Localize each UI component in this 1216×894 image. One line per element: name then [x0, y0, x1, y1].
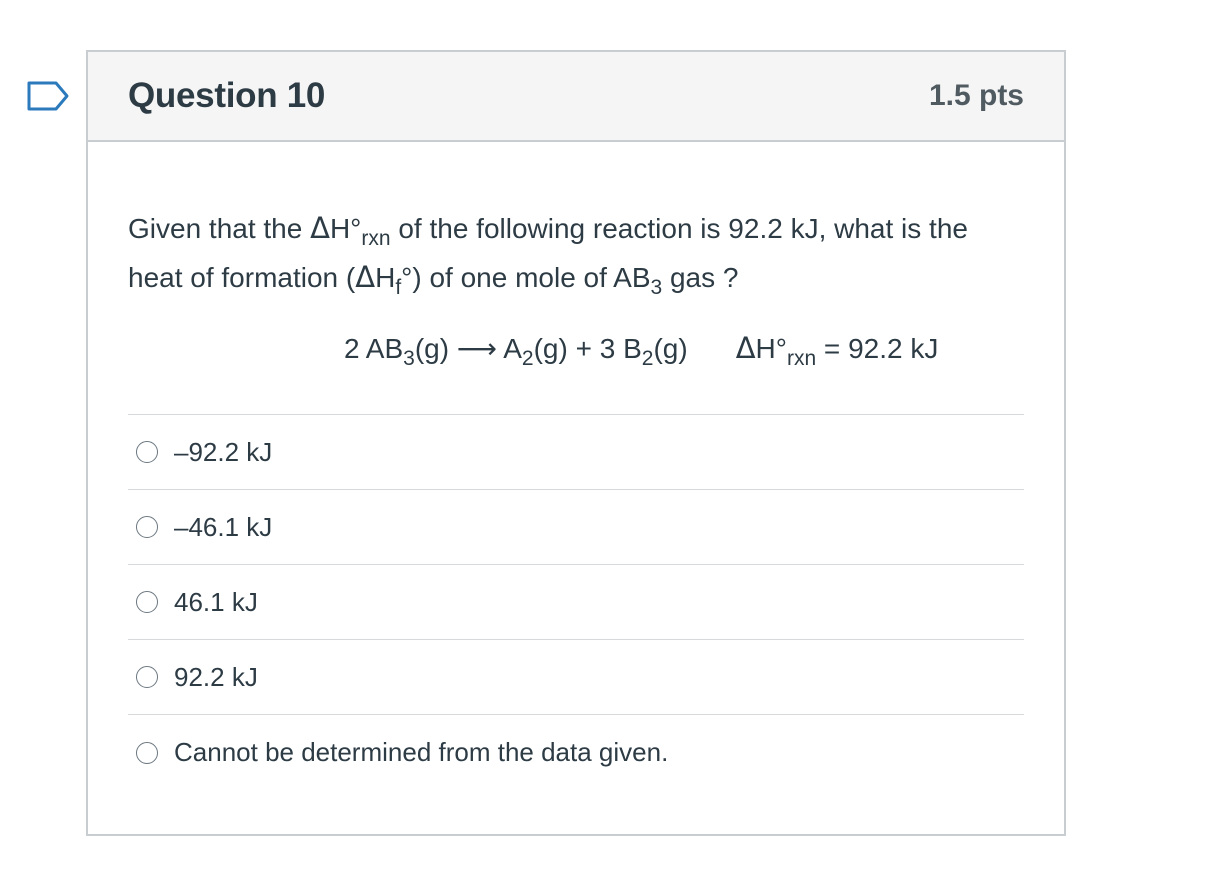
answer-option[interactable]: –92.2 kJ: [128, 415, 1024, 490]
enthalpy-symbol: H: [375, 262, 396, 293]
enthalpy-value: = 92.2 kJ: [816, 333, 939, 364]
equation-subscript: 2: [641, 347, 654, 370]
answer-label: 92.2 kJ: [174, 661, 258, 692]
radio-unchecked-icon[interactable]: [136, 591, 158, 613]
question-header: Question 10 1.5 pts: [88, 52, 1064, 142]
three-subscript: 3: [650, 276, 663, 299]
question-card: Question 10 1.5 pts Given that the ΔH°rx…: [86, 50, 1066, 836]
enthalpy-symbol: H°: [329, 213, 362, 244]
answer-option[interactable]: –46.1 kJ: [128, 490, 1024, 565]
enthalpy-symbol: H°: [755, 333, 787, 364]
equation-part: A: [497, 333, 522, 364]
answer-option[interactable]: 46.1 kJ: [128, 565, 1024, 640]
equation-part: 2 AB: [344, 333, 404, 364]
answer-option[interactable]: 92.2 kJ: [128, 640, 1024, 715]
answer-label: Cannot be determined from the data given…: [174, 737, 669, 767]
radio-unchecked-icon[interactable]: [136, 666, 158, 688]
equation-part: (g) + 3 B: [533, 333, 642, 364]
equation-part: (g): [414, 333, 457, 364]
question-text-part: gas ?: [662, 262, 739, 293]
radio-unchecked-icon[interactable]: [136, 741, 158, 764]
rxn-subscript: rxn: [786, 347, 817, 370]
answer-label: 46.1 kJ: [174, 586, 258, 617]
delta-symbol: Δ: [355, 260, 376, 294]
equation-part: (g): [653, 333, 688, 364]
rxn-subscript: rxn: [361, 227, 391, 250]
quiz-page: Question 10 1.5 pts Given that the ΔH°rx…: [0, 0, 1216, 894]
answer-list: –92.2 kJ –46.1 kJ 46.1 kJ 92.2 kJ Cannot…: [128, 414, 1024, 790]
answer-option[interactable]: Cannot be determined from the data given…: [128, 715, 1024, 790]
flag-question-icon[interactable]: [26, 80, 70, 112]
answer-label: –92.2 kJ: [174, 436, 273, 467]
degree-symbol: °: [401, 262, 413, 293]
radio-unchecked-icon[interactable]: [136, 441, 158, 463]
question-text-part: ) of one mole of AB: [412, 262, 651, 293]
reaction-arrow-icon: ⟶: [456, 333, 497, 364]
radio-unchecked-icon[interactable]: [136, 516, 158, 538]
question-title: Question 10: [128, 76, 326, 115]
delta-symbol: Δ: [735, 331, 756, 365]
question-text: Given that the ΔH°rxn of the following r…: [128, 204, 1024, 302]
answer-label: –46.1 kJ: [174, 511, 273, 542]
question-body: Given that the ΔH°rxn of the following r…: [88, 142, 1064, 790]
equation-subscript: 2: [521, 347, 534, 370]
delta-symbol: Δ: [310, 211, 330, 245]
reaction-equation: 2 AB3(g) ⟶ A2(g) + 3 B2(g) ΔH°rxn = 92.2 …: [128, 324, 1024, 372]
question-points: 1.5 pts: [928, 79, 1024, 112]
question-text-part: Given that the: [128, 213, 311, 244]
equation-subscript: 3: [403, 347, 415, 370]
